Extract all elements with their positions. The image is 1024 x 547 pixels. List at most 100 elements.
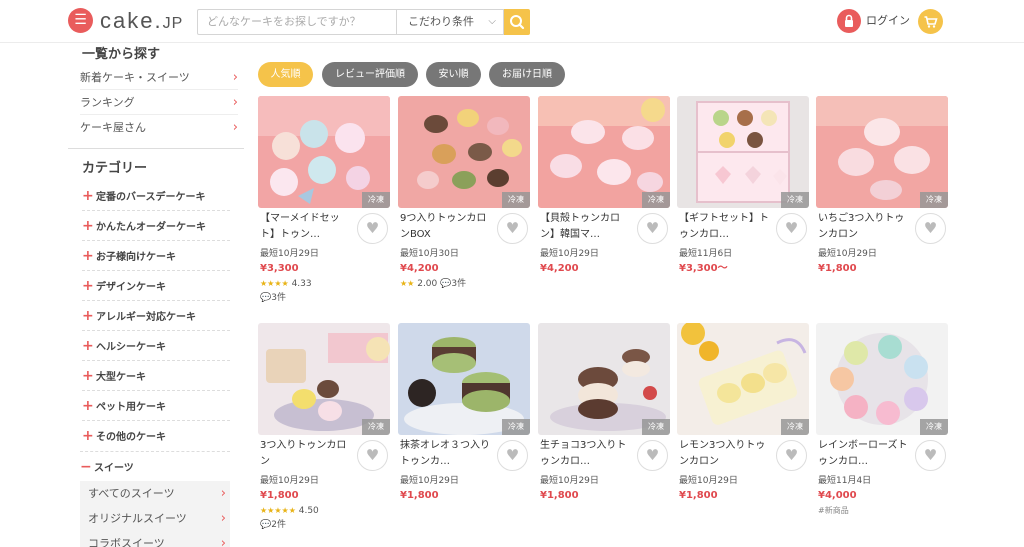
plus-icon: +	[82, 218, 94, 234]
product-card[interactable]: 冷凍 いちご3つ入りトゥンカロン ♥ 最短10月29日 ¥1,800	[816, 96, 948, 311]
favorite-button[interactable]: ♥	[357, 440, 388, 471]
frozen-badge: 冷凍	[502, 192, 530, 208]
category-item[interactable]: + ヘルシーケーキ	[82, 331, 230, 361]
review-count-text: 2件	[271, 520, 286, 530]
product-name[interactable]: 9つ入りトゥンカロンBOX	[400, 211, 494, 243]
favorite-button[interactable]: ♥	[637, 213, 668, 244]
product-card[interactable]: 冷凍 【ギフトセット】トゥンカロ… ♥ 最短11月6日 ¥3,300～	[677, 96, 809, 311]
product-price: ¥4,200	[400, 263, 439, 274]
delivery-date: 最短10月29日	[260, 249, 319, 259]
product-card[interactable]: 冷凍 3つ入りトゥンカロン ♥ 最短10月29日 ¥1,800 ★★★★★ 4.…	[258, 323, 390, 538]
product-price: ¥1,800	[679, 490, 718, 501]
login-button[interactable]	[837, 9, 861, 33]
product-image[interactable]: 冷凍	[677, 323, 809, 435]
menu-icon: ☰	[74, 12, 87, 28]
category-item[interactable]: + その他のケーキ	[82, 421, 230, 451]
sidebar-link-label: ケーキ屋さん	[80, 121, 146, 134]
product-image[interactable]: 冷凍	[677, 96, 809, 208]
favorite-button[interactable]: ♥	[776, 440, 807, 471]
product-card[interactable]: 冷凍 レモン3つ入りトゥンカロン ♥ 最短10月29日 ¥1,800	[677, 323, 809, 538]
browse-section-title: 一覧から探す	[82, 47, 161, 62]
plus-icon: +	[82, 188, 94, 204]
category-item[interactable]: + 大型ケーキ	[82, 361, 230, 391]
sort-cheap-button[interactable]: 安い順	[426, 62, 481, 87]
star-rating-icon: ★★	[400, 279, 415, 288]
product-image[interactable]: 冷凍	[398, 323, 530, 435]
review-count-text[interactable]: 3件	[451, 279, 466, 289]
product-card[interactable]: 冷凍 9つ入りトゥンカロンBOX ♥ 最短10月30日 ¥4,200 ★★ 2.…	[398, 96, 530, 311]
sweets-link-original[interactable]: オリジナルスイーツ ›	[88, 506, 226, 531]
product-name[interactable]: 3つ入りトゥンカロン	[260, 438, 354, 470]
star-rating-icon: ★★★★★	[260, 506, 296, 515]
review-count[interactable]: 💬2件	[260, 519, 286, 532]
favorite-button[interactable]: ♥	[637, 440, 668, 471]
heart-icon: ♥	[923, 446, 938, 464]
category-label: 大型ケーキ	[96, 372, 146, 383]
sweets-link-label: コラボスイーツ	[88, 537, 165, 547]
plus-icon: +	[82, 308, 94, 324]
product-name[interactable]: 【貝殻トゥンカロン】韓国マ…	[540, 211, 634, 243]
product-name[interactable]: 生チョコ3つ入りトゥンカロ…	[540, 438, 634, 470]
favorite-button[interactable]: ♥	[915, 440, 946, 471]
search-button[interactable]	[504, 9, 530, 35]
lock-icon	[845, 14, 853, 27]
product-card[interactable]: 冷凍 レインボーローズトゥンカロ… ♥ 最短11月4日 ¥4,000 #新商品	[816, 323, 948, 538]
favorite-button[interactable]: ♥	[776, 213, 807, 244]
category-item[interactable]: + アレルギー対応ケーキ	[82, 301, 230, 331]
comment-icon: 💬	[440, 279, 452, 289]
product-image[interactable]: 冷凍	[538, 96, 670, 208]
product-image[interactable]: 冷凍	[816, 323, 948, 435]
delivery-date: 最短10月29日	[400, 476, 459, 486]
category-item[interactable]: + 定番のバースデーケーキ	[82, 181, 230, 211]
hamburger-menu-button[interactable]: ☰	[68, 8, 93, 33]
product-image[interactable]: 冷凍	[538, 323, 670, 435]
favorite-button[interactable]: ♥	[357, 213, 388, 244]
new-product-tag[interactable]: #新商品	[818, 504, 849, 517]
plus-icon: +	[82, 278, 94, 294]
sweets-link-all[interactable]: すべてのスイーツ ›	[88, 481, 226, 506]
product-image[interactable]: 冷凍	[398, 96, 530, 208]
category-label: デザインケーキ	[96, 282, 166, 293]
frozen-badge: 冷凍	[920, 192, 948, 208]
product-name[interactable]: 【マーメイドセット】トゥン…	[260, 211, 354, 243]
product-card[interactable]: 冷凍 【マーメイドセット】トゥン… ♥ 最短10月29日 ¥3,300 ★★★★…	[258, 96, 390, 311]
sweets-link-collab[interactable]: コラボスイーツ ›	[88, 531, 226, 547]
product-name[interactable]: レモン3つ入りトゥンカロン	[679, 438, 773, 470]
sort-delivery-button[interactable]: お届け日順	[489, 62, 565, 87]
review-count[interactable]: 💬3件	[260, 292, 286, 305]
favorite-button[interactable]: ♥	[497, 213, 528, 244]
product-price: ¥4,200	[540, 263, 579, 274]
category-item[interactable]: + かんたんオーダーケーキ	[82, 211, 230, 241]
category-item-sweets[interactable]: − スイーツ	[80, 451, 230, 481]
sort-popular-button[interactable]: 人気順	[258, 62, 313, 87]
product-name[interactable]: 【ギフトセット】トゥンカロ…	[679, 211, 773, 243]
heart-icon: ♥	[365, 446, 380, 464]
product-price: ¥1,800	[818, 263, 857, 274]
category-item[interactable]: + デザインケーキ	[82, 271, 230, 301]
filter-dropdown[interactable]: こだわり条件 ⌵	[396, 9, 504, 35]
favorite-button[interactable]: ♥	[915, 213, 946, 244]
product-image[interactable]: 冷凍	[258, 96, 390, 208]
product-name[interactable]: 抹茶オレオ３つ入りトゥンカ…	[400, 438, 494, 470]
cart-button[interactable]	[918, 9, 943, 34]
product-name[interactable]: いちご3つ入りトゥンカロン	[818, 211, 912, 243]
sort-review-button[interactable]: レビュー評価順	[322, 62, 418, 87]
sweets-link-label: すべてのスイーツ	[88, 487, 175, 500]
category-item[interactable]: + お子様向けケーキ	[82, 241, 230, 271]
product-image[interactable]: 冷凍	[816, 96, 948, 208]
category-item[interactable]: + ペット用ケーキ	[82, 391, 230, 421]
search-input[interactable]: どんなケーキをお探しですか？	[197, 9, 397, 35]
frozen-badge: 冷凍	[781, 192, 809, 208]
sidebar-link-ranking[interactable]: ランキング ›	[80, 90, 238, 115]
login-link[interactable]: ログイン	[866, 13, 910, 29]
product-card[interactable]: 冷凍 生チョコ3つ入りトゥンカロ… ♥ 最短10月29日 ¥1,800	[538, 323, 670, 538]
product-card[interactable]: 冷凍 【貝殻トゥンカロン】韓国マ… ♥ 最短10月29日 ¥4,200	[538, 96, 670, 311]
site-logo[interactable]: cake.JP	[100, 7, 183, 38]
favorite-button[interactable]: ♥	[497, 440, 528, 471]
delivery-date: 最短10月29日	[540, 476, 599, 486]
sidebar-link-new[interactable]: 新着ケーキ・スイーツ ›	[80, 65, 238, 90]
product-image[interactable]: 冷凍	[258, 323, 390, 435]
sidebar-link-shops[interactable]: ケーキ屋さん ›	[80, 115, 238, 140]
product-name[interactable]: レインボーローズトゥンカロ…	[818, 438, 912, 470]
product-card[interactable]: 冷凍 抹茶オレオ３つ入りトゥンカ… ♥ 最短10月29日 ¥1,800	[398, 323, 530, 538]
